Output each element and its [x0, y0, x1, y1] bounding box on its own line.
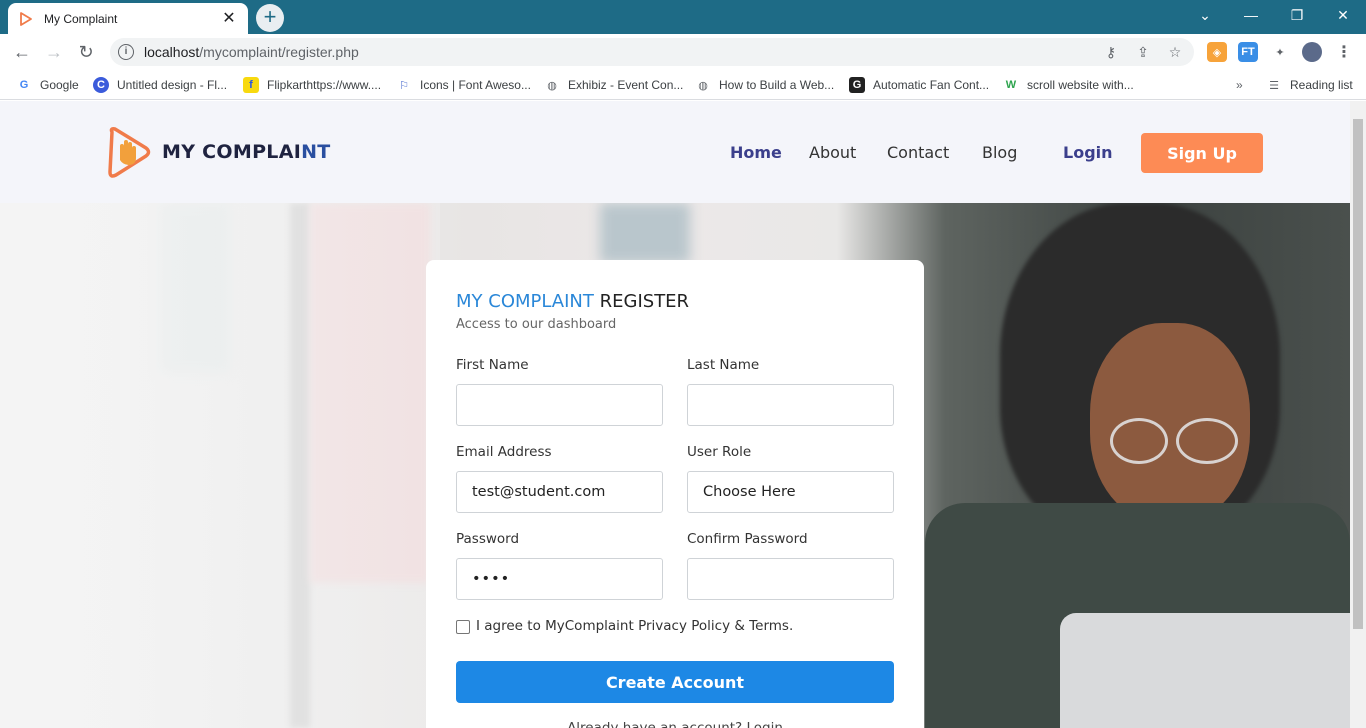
avatar[interactable]: [1302, 42, 1322, 62]
more-bookmarks-icon[interactable]: »: [1236, 76, 1243, 94]
site-header: MY COMPLAINT Home About Contact Blog Log…: [0, 101, 1350, 203]
glasses-shape: [1176, 418, 1238, 464]
reload-icon[interactable]: ↻: [74, 40, 98, 64]
bookmark-label: Exhibiz - Event Con...: [568, 78, 684, 92]
bg-overlay: [0, 203, 440, 728]
google-icon: G: [19, 79, 29, 91]
bookmark-canva[interactable]: C Untitled design - Fl...: [93, 76, 227, 94]
create-account-button[interactable]: Create Account: [456, 661, 894, 703]
bookmark-fan[interactable]: G Automatic Fan Cont...: [849, 76, 989, 94]
url-host: localhost: [144, 44, 200, 60]
agree-checkbox[interactable]: [456, 620, 470, 634]
bookmark-label: How to Build a Web...: [719, 78, 835, 92]
bookmark-label: Icons | Font Aweso...: [420, 78, 531, 92]
confirm-password-label: Confirm Password: [687, 531, 808, 547]
confirm-password-input[interactable]: [687, 558, 894, 600]
laptop-shape: [1060, 613, 1350, 728]
tab-search-icon[interactable]: ⌄: [1182, 0, 1228, 30]
url-path: /mycomplaint/register.php: [199, 44, 359, 60]
canva-icon: C: [93, 77, 109, 93]
restore-button[interactable]: ❐: [1274, 0, 1320, 30]
w-icon: W: [1005, 79, 1017, 91]
title-rest: REGISTER: [593, 291, 690, 312]
address-bar[interactable]: i localhost/mycomplaint/register.php ⚷ ⇪…: [110, 38, 1194, 66]
register-card: MY COMPLAINT REGISTER Access to our dash…: [426, 260, 924, 728]
puzzle-icon[interactable]: ✦: [1270, 42, 1290, 62]
hand-play-logo-icon: [108, 127, 151, 178]
browser-toolbar: ← → ↻ i localhost/mycomplaint/register.p…: [0, 34, 1366, 70]
reading-list-icon: ☰: [1269, 79, 1279, 92]
bookmark-build-web[interactable]: ◍ How to Build a Web...: [695, 76, 834, 94]
first-name-input[interactable]: [456, 384, 663, 426]
back-icon[interactable]: ←: [10, 40, 34, 64]
flipkart-icon: f: [243, 77, 259, 93]
bookmark-label: scroll website with...: [1027, 78, 1134, 92]
nav-contact[interactable]: Contact: [887, 143, 949, 162]
user-role-label: User Role: [687, 444, 752, 460]
flag-icon: ⚐: [399, 79, 409, 92]
bookmark-label: Google: [40, 78, 79, 92]
nav-blog[interactable]: Blog: [982, 143, 1017, 162]
key-icon[interactable]: ⚷: [1102, 43, 1120, 61]
g-icon: G: [849, 77, 865, 93]
register-subtitle: Access to our dashboard: [456, 317, 617, 332]
brand-name: MY COMPLAINT: [162, 141, 331, 163]
bookmark-google[interactable]: G Google: [16, 76, 79, 94]
password-label: Password: [456, 531, 520, 547]
share-icon[interactable]: ⇪: [1134, 43, 1152, 61]
bookmark-flipkart[interactable]: f Flipkarthttps://www....: [243, 76, 381, 94]
page-viewport: MY COMPLAINT Home About Contact Blog Log…: [0, 101, 1366, 728]
nav-home[interactable]: Home: [730, 143, 782, 162]
brand-highlight: NT: [301, 141, 331, 163]
extension-ft-icon[interactable]: FT: [1238, 42, 1258, 62]
site-logo[interactable]: MY COMPLAINT: [106, 126, 331, 178]
first-name-label: First Name: [456, 357, 529, 373]
globe-icon: ◍: [547, 79, 557, 92]
bookmark-label: Automatic Fan Cont...: [873, 78, 990, 92]
new-tab-button[interactable]: +: [256, 4, 284, 32]
extension-orange-icon[interactable]: ◈: [1207, 42, 1227, 62]
password-input[interactable]: ••••: [456, 558, 663, 600]
bookmarks-bar: G Google C Untitled design - Fl... f Flipka…: [0, 70, 1366, 100]
login-link[interactable]: Login: [1063, 143, 1113, 162]
email-input[interactable]: test@student.com: [456, 471, 663, 513]
close-window-button[interactable]: ✕: [1320, 0, 1366, 30]
user-role-select[interactable]: Choose Here: [687, 471, 894, 513]
bookmark-scroll[interactable]: Wscroll website with...: [1003, 76, 1134, 94]
last-name-input[interactable]: [687, 384, 894, 426]
email-label: Email Address: [456, 444, 552, 460]
glasses-shape: [1110, 418, 1168, 464]
reading-list[interactable]: ☰ Reading list: [1266, 76, 1353, 94]
agree-text: I agree to MyComplaint Privacy Policy & …: [476, 618, 794, 634]
menu-dots-icon[interactable]: ⋮: [1334, 42, 1354, 62]
browser-tabbar: My Complaint ✕ + ⌄ — ❐ ✕: [0, 0, 1366, 34]
register-title: MY COMPLAINT REGISTER: [456, 291, 689, 312]
bookmark-label: Untitled design - Fl...: [117, 78, 228, 92]
title-brand: MY COMPLAINT: [456, 291, 594, 312]
star-icon[interactable]: ☆: [1166, 43, 1184, 61]
tab-title: My Complaint: [44, 11, 118, 26]
scrollbar-thumb[interactable]: [1353, 119, 1363, 629]
forward-icon[interactable]: →: [42, 40, 66, 64]
brand-main: MY COMPLAI: [162, 141, 302, 163]
bookmark-label: Flipkarthttps://www....: [267, 78, 382, 92]
last-name-label: Last Name: [687, 357, 760, 373]
play-logo-icon: [18, 11, 34, 27]
site-info-icon[interactable]: i: [118, 44, 134, 60]
nav-about[interactable]: About: [809, 143, 856, 162]
signup-button[interactable]: Sign Up: [1141, 133, 1263, 173]
globe-icon: ◍: [698, 79, 708, 92]
login-prompt[interactable]: Already have an account? Login: [426, 720, 924, 728]
bookmark-exhibiz[interactable]: ◍ Exhibiz - Event Con...: [544, 76, 683, 94]
bookmark-fontawesome[interactable]: ⚐ Icons | Font Aweso...: [396, 76, 531, 94]
minimize-button[interactable]: —: [1228, 0, 1274, 30]
page-scrollbar[interactable]: [1350, 101, 1366, 728]
close-tab-icon[interactable]: ✕: [220, 10, 238, 27]
reading-list-label: Reading list: [1290, 78, 1353, 92]
browser-tab[interactable]: My Complaint ✕: [8, 3, 248, 34]
bg-shape: [600, 203, 690, 263]
url-text: localhost/mycomplaint/register.php: [144, 44, 359, 60]
